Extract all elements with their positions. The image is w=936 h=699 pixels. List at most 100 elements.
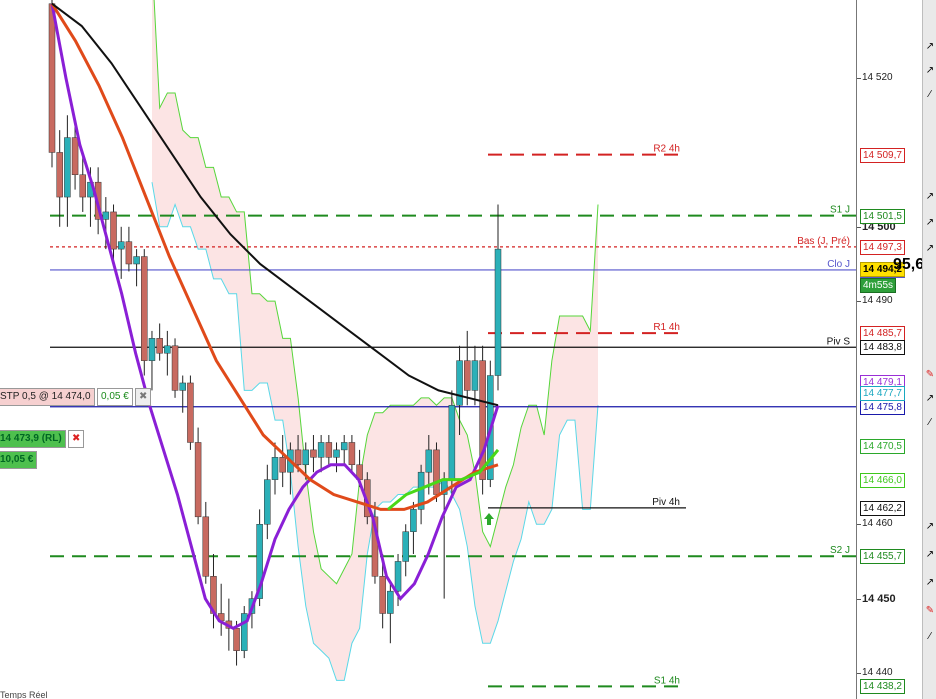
- candle-body: [333, 449, 340, 458]
- price-axis[interactable]: 14 440 14 450 14 460 14 490 14 500 14 520 14 5…: [856, 0, 925, 699]
- tool-button[interactable]: ↗: [924, 216, 936, 230]
- tool-button[interactable]: ↗: [924, 190, 936, 204]
- candle-timer: 4m55s: [860, 277, 897, 293]
- candle-body: [48, 3, 56, 153]
- axis-tick: [857, 524, 861, 526]
- tool-button[interactable]: ↗: [924, 548, 936, 562]
- line-icon: ∕: [929, 417, 931, 428]
- price-chart[interactable]: R2 4h S1 J Bas (J, Pré) Clo J R1 4h Piv S Piv …: [0, 0, 856, 699]
- candle-body: [202, 516, 210, 577]
- level-price-tag: 14 438,2: [860, 679, 905, 695]
- limit-pnl-value: 10,05 €: [0, 454, 34, 465]
- close-icon: ✖: [72, 433, 81, 444]
- candle-body: [133, 256, 140, 265]
- candle-body: [233, 628, 240, 651]
- level-price-tag: 14 455,7: [860, 549, 905, 565]
- candle-body: [479, 360, 486, 480]
- candle-body: [410, 509, 417, 532]
- tool-button[interactable]: ∕: [924, 416, 936, 430]
- candle-body: [194, 442, 202, 518]
- candle-body: [164, 345, 171, 354]
- candle-body: [379, 576, 386, 614]
- candle-body: [171, 345, 179, 391]
- candle-body: [64, 137, 71, 198]
- candle-body: [456, 360, 463, 406]
- line-icon: ∕: [929, 89, 931, 100]
- axis-tick: [857, 301, 861, 303]
- tool-button[interactable]: ↗: [924, 242, 936, 256]
- stop-order-close-button[interactable]: ✖: [135, 388, 152, 406]
- level-price-tag: 14 509,7: [860, 147, 905, 163]
- candle-body: [294, 449, 302, 466]
- level-name-label: Bas (J, Pré): [797, 236, 850, 247]
- candle-body: [110, 211, 117, 250]
- arrow-icon: ↗: [925, 217, 935, 228]
- candle-body: [317, 442, 325, 458]
- pen-icon: ✎: [925, 369, 935, 380]
- axis-tick: [857, 598, 861, 600]
- candle-body: [102, 211, 110, 220]
- candle-body: [302, 449, 310, 466]
- chart-plot-area[interactable]: R2 4h S1 J Bas (J, Pré) Clo J R1 4h Piv S Piv …: [0, 0, 856, 699]
- stop-order-label: STP 0,5 @ 14 474,0: [0, 391, 91, 402]
- axis-tick: [857, 226, 861, 228]
- axis-tick-label: 14 440: [862, 666, 893, 678]
- level-name-label: R2 4h: [653, 144, 680, 155]
- stop-order-tag[interactable]: STP 0,5 @ 14 474,0: [0, 388, 95, 406]
- candle-body: [141, 256, 148, 361]
- footer-text: Temps Réel: [0, 690, 48, 699]
- level-name-label: Clo J: [827, 259, 850, 270]
- candle-body: [402, 531, 409, 562]
- arrow-icon: ↗: [925, 243, 935, 254]
- tool-button[interactable]: ↗: [924, 520, 936, 534]
- candle-body: [125, 241, 133, 265]
- tool-button[interactable]: ✎: [924, 368, 936, 382]
- limit-order-label: 14 473,9 (RL): [0, 433, 62, 444]
- candle-body: [471, 360, 479, 391]
- candle-body: [310, 449, 317, 458]
- axis-tick-label: 14 450: [862, 592, 896, 605]
- tool-button[interactable]: ↗: [924, 392, 936, 406]
- candle-body: [56, 152, 63, 198]
- candle-body: [71, 137, 79, 176]
- limit-order-close-button[interactable]: ✖: [68, 430, 85, 448]
- arrow-icon: ↗: [925, 65, 935, 76]
- arrow-icon: ↗: [925, 521, 935, 532]
- candle-body: [148, 338, 156, 361]
- axis-tick: [857, 672, 861, 674]
- arrow-icon: ↗: [925, 191, 935, 202]
- tool-button[interactable]: ↗: [924, 576, 936, 590]
- limit-order-tag[interactable]: 14 473,9 (RL): [0, 430, 66, 448]
- candle-body: [463, 360, 471, 391]
- axis-tick: [857, 78, 861, 80]
- candle-body: [494, 248, 502, 376]
- level-price-tag: 14 483,8: [860, 340, 905, 356]
- candle-body: [433, 449, 440, 495]
- candle-body: [79, 174, 87, 198]
- candle-body: [187, 382, 194, 443]
- axis-tick-label: 14 520: [862, 72, 893, 84]
- side-toolbar: ↗ ↗ ∕ ↗ ↗ ↗ ✎ ↗ ∕ ↗ ↗ ↗ ✎ ∕: [922, 0, 936, 699]
- tool-button[interactable]: ↗: [924, 40, 936, 54]
- candle-body: [117, 241, 125, 250]
- close-icon: ✖: [139, 391, 148, 402]
- level-price-tag: 14 462,2: [860, 500, 905, 516]
- candle-body: [340, 442, 348, 451]
- tool-button[interactable]: ✎: [924, 604, 936, 618]
- current-price-large: 95,6: [893, 255, 925, 273]
- arrow-icon: ↗: [925, 549, 935, 560]
- arrow-icon: ↗: [925, 577, 935, 588]
- tool-button[interactable]: ↗: [924, 64, 936, 78]
- tool-button[interactable]: ∕: [924, 630, 936, 644]
- tool-button[interactable]: ∕: [924, 88, 936, 102]
- candle-body: [325, 442, 333, 458]
- candle-body: [448, 405, 456, 480]
- candle-body: [394, 561, 402, 592]
- candle-body: [271, 457, 279, 480]
- candle-body: [279, 457, 286, 473]
- indicator-price-tag: 14 466,0: [860, 472, 905, 488]
- stop-order-pnl: 0,05 €: [97, 388, 133, 406]
- candle-body: [156, 338, 163, 354]
- arrow-icon: ↗: [925, 393, 935, 404]
- stop-pnl-value: 0,05 €: [101, 391, 129, 402]
